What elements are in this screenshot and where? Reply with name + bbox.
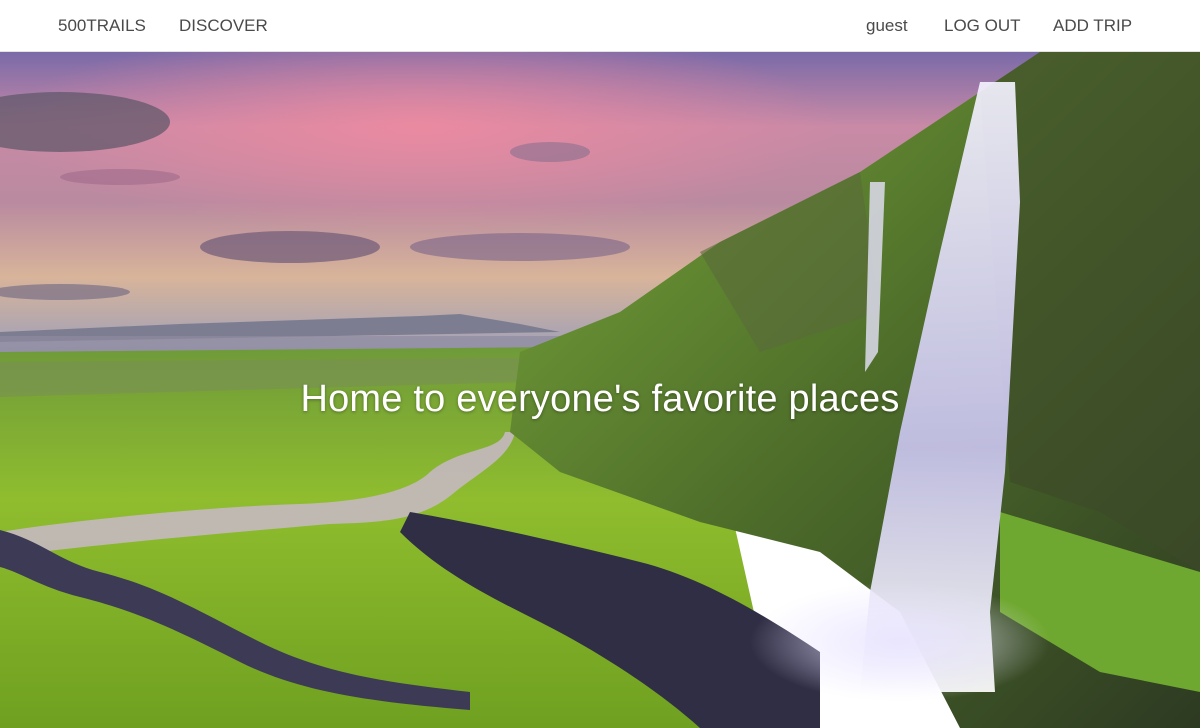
add-trip-link[interactable]: ADD TRIP	[1053, 0, 1132, 52]
top-navbar: 500TRAILS DISCOVER guest LOG OUT ADD TRI…	[0, 0, 1200, 52]
discover-link[interactable]: DISCOVER	[179, 0, 268, 52]
logout-link[interactable]: LOG OUT	[944, 0, 1021, 52]
hero-tagline: Home to everyone's favorite places	[300, 378, 900, 420]
brand-link[interactable]: 500TRAILS	[58, 0, 146, 52]
hero-banner: Home to everyone's favorite places	[0, 52, 1200, 728]
user-link[interactable]: guest	[866, 0, 908, 52]
